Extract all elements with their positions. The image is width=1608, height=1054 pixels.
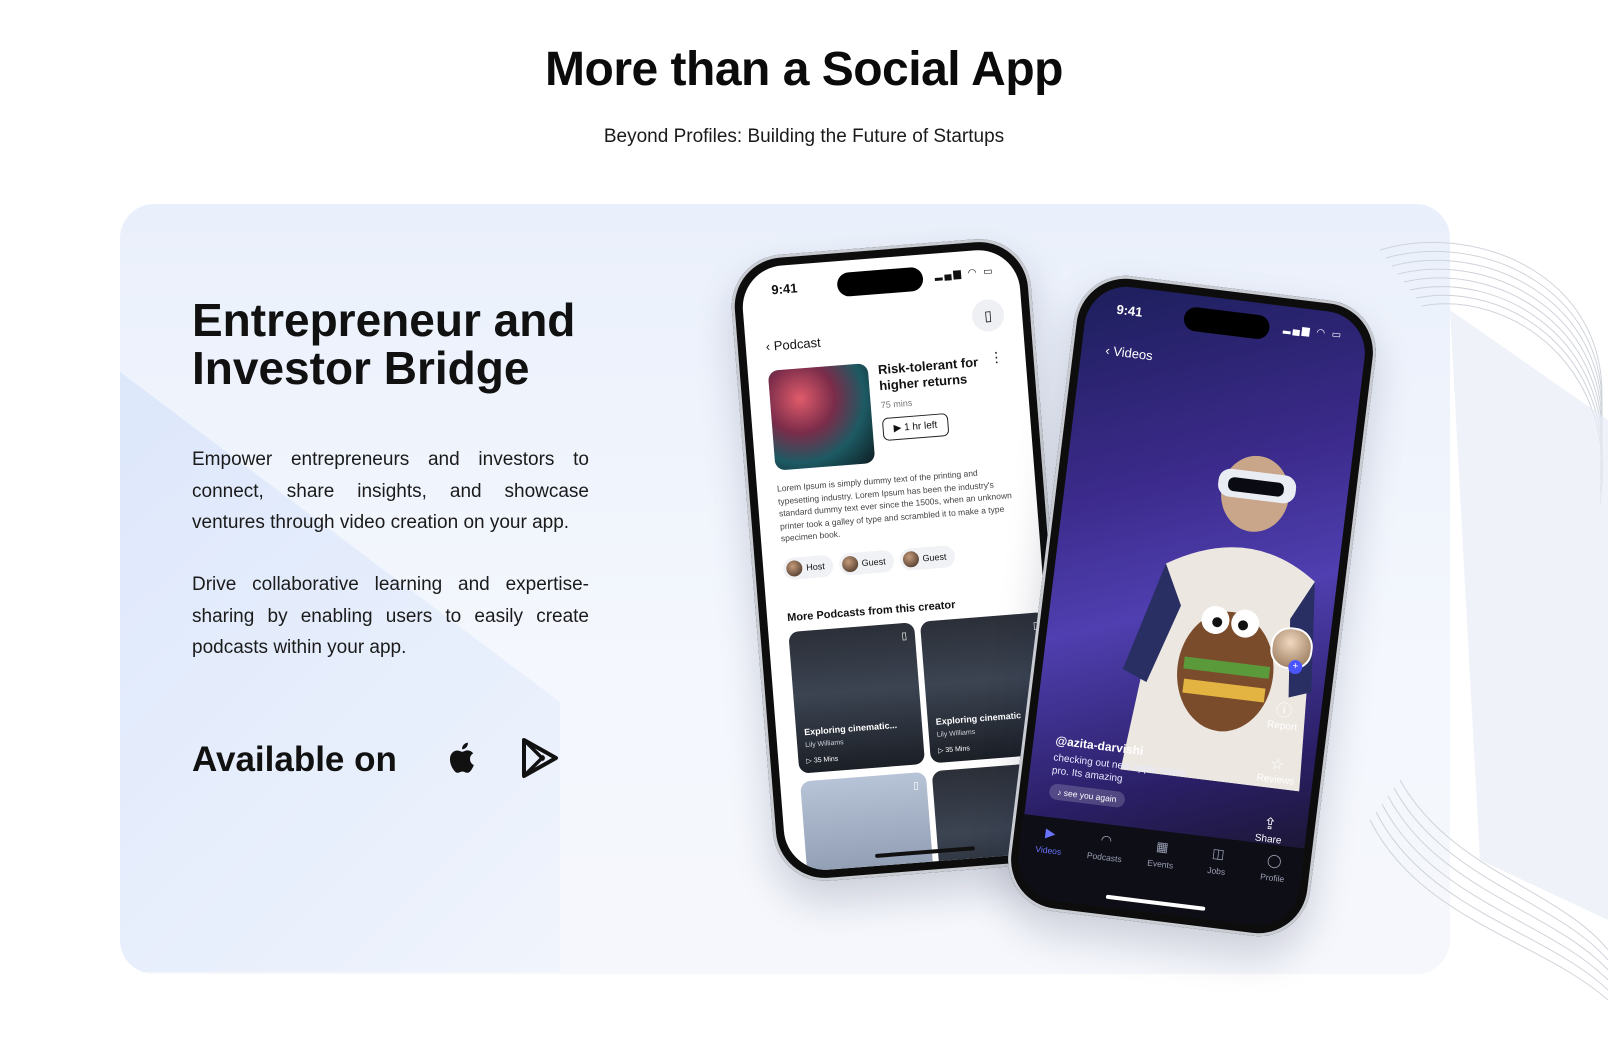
- more-options-icon[interactable]: ⋮: [989, 348, 1004, 366]
- podcast-title: Risk-tolerant for higher returns: [877, 354, 979, 394]
- feature-title-line1: Entrepreneur and: [192, 294, 576, 346]
- tab-profile[interactable]: ◯ Profile: [1242, 850, 1299, 929]
- status-time: 9:41: [770, 280, 798, 298]
- avatar: [785, 559, 803, 578]
- available-on-label: Available on: [192, 740, 397, 779]
- bookmark-button[interactable]: ▯: [970, 298, 1006, 333]
- chip-label: Host: [805, 561, 826, 573]
- podcast-card[interactable]: ▯ Exploring cinematic... Lily Williams ▷…: [788, 622, 926, 774]
- chevron-left-icon: ‹: [1104, 342, 1111, 359]
- nav-title: Videos: [1112, 343, 1154, 364]
- play-icon: ▶: [893, 422, 902, 435]
- back-nav[interactable]: ‹ Videos: [1105, 343, 1154, 364]
- avatar: [841, 555, 859, 573]
- chip-label: Guest: [861, 556, 886, 569]
- card-duration: ▷ 35 Mins: [937, 745, 971, 755]
- user-icon: ◯: [1266, 852, 1283, 869]
- time-left: 1 hr left: [903, 419, 938, 434]
- feature-paragraph-2: Drive collaborative learning and experti…: [192, 574, 589, 658]
- play-button[interactable]: ▶ 1 hr left: [881, 412, 950, 442]
- reviews-action[interactable]: ☆ Reviews: [1250, 752, 1303, 789]
- video-person-image: [1120, 455, 1315, 792]
- card-author: Lily Williams: [804, 739, 844, 750]
- podcast-thumbnail: [767, 363, 876, 471]
- decorative-waves: [1369, 242, 1608, 1001]
- podcast-description: Lorem Ipsum is simply dummy text of the …: [776, 467, 1013, 544]
- dynamic-island: [836, 266, 924, 298]
- nav-title: Podcast: [773, 334, 822, 354]
- card-duration: ▷ 35 Mins: [806, 755, 839, 766]
- music-tag[interactable]: ♪ see you again: [1048, 783, 1126, 809]
- card-title: Exploring cinematic: [935, 710, 1022, 727]
- bookmark-icon[interactable]: ▯: [901, 631, 907, 642]
- card-title: Exploring cinematic...: [803, 719, 898, 738]
- share-icon: ⇪: [1262, 815, 1278, 834]
- feature-title: Entrepreneur and Investor Bridge: [192, 296, 652, 392]
- report-action[interactable]: ⓘ Report: [1257, 694, 1311, 735]
- page-subtitle: Beyond Profiles: Building the Future of …: [603, 126, 1005, 147]
- status-icons: ▂▄▆ ◠ ▭: [934, 265, 996, 282]
- dynamic-island: [1182, 305, 1271, 341]
- status-icons: ▂▄▆ ◠ ▭: [1282, 323, 1344, 342]
- card-author: Lily Williams: [936, 728, 976, 739]
- avatar: [901, 550, 920, 568]
- briefcase-icon: ◫: [1211, 845, 1226, 862]
- tab-videos[interactable]: ▶ Videos: [1019, 823, 1076, 902]
- podcast-card[interactable]: ▯: [800, 771, 937, 873]
- chip-label: Guest: [922, 551, 947, 564]
- apple-icon[interactable]: [440, 736, 484, 780]
- status-time: 9:41: [1115, 301, 1144, 320]
- feature-paragraph-1: Empower entrepreneurs and investors to c…: [192, 449, 589, 533]
- bookmark-icon[interactable]: ▯: [913, 780, 919, 791]
- podcast-icon: ◠: [1099, 831, 1113, 848]
- google-play-icon[interactable]: [518, 736, 562, 780]
- participant-chip[interactable]: Host: [782, 554, 834, 581]
- participant-chips: Host Guest Guest: [782, 544, 956, 581]
- calendar-icon: ▦: [1155, 838, 1170, 855]
- feature-title-line2: Investor Bridge: [192, 342, 530, 394]
- info-icon: ⓘ: [1274, 702, 1293, 721]
- participant-chip[interactable]: Guest: [837, 549, 895, 576]
- page-title: More than a Social App: [545, 43, 1063, 96]
- podcast-duration: 75 mins: [880, 397, 913, 411]
- participant-chip[interactable]: Guest: [898, 544, 956, 572]
- podcast-screen: 9:41 ▂▄▆ ◠ ▭ ‹ Podcast ▯ Risk-tolerant f…: [739, 247, 1065, 873]
- back-nav[interactable]: ‹ Podcast: [765, 335, 821, 354]
- bookmark-icon: ▯: [983, 306, 993, 324]
- tab-jobs[interactable]: ◫ Jobs: [1186, 843, 1243, 922]
- chevron-left-icon: ‹: [765, 338, 771, 355]
- video-icon: ▶: [1044, 824, 1057, 841]
